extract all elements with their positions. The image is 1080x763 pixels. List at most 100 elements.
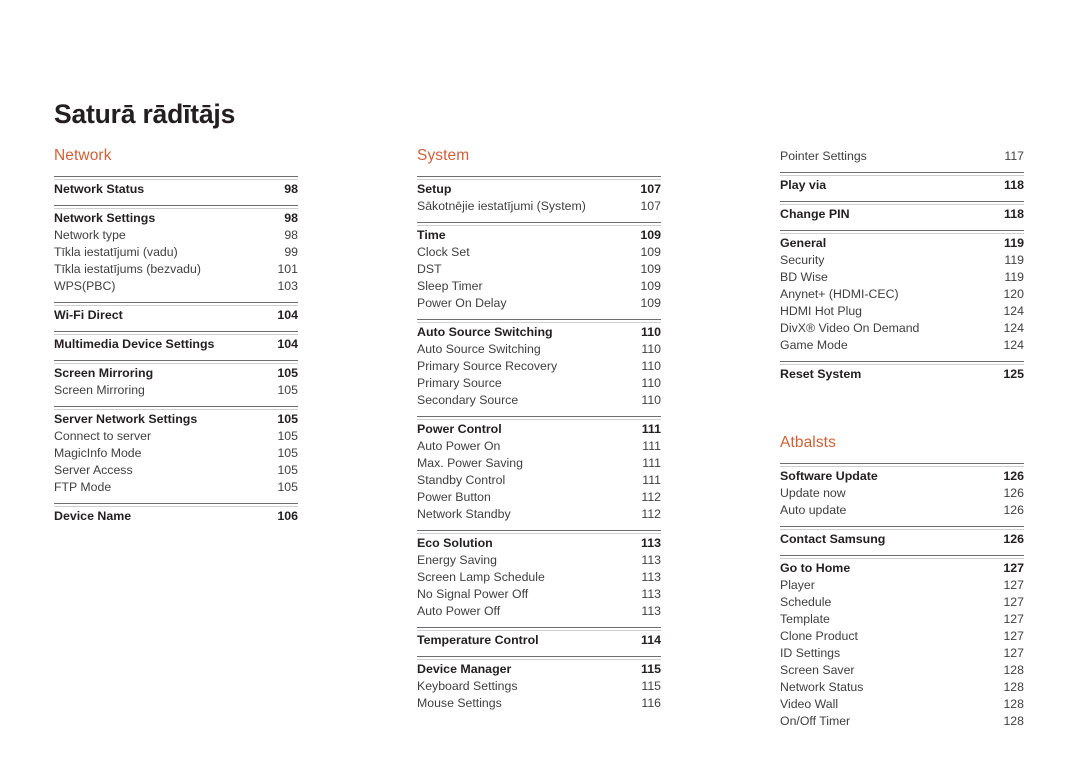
toc-entry-page-number: 99 (284, 244, 298, 259)
toc-entry[interactable]: HDMI Hot Plug 124 (780, 303, 1024, 320)
toc-entry[interactable]: Network Standby 112 (417, 506, 661, 523)
toc-entry[interactable]: On/Off Timer 128 (780, 713, 1024, 730)
toc-entry-heading[interactable]: Power Control 111 (417, 420, 661, 438)
toc-entry[interactable]: Video Wall 128 (780, 696, 1024, 713)
toc-entry-label: Video Wall (780, 696, 839, 711)
toc-entry-label: Energy Saving (417, 552, 497, 567)
toc-entry[interactable]: Secondary Source 110 (417, 392, 661, 409)
toc-entry[interactable]: Energy Saving 113 (417, 552, 661, 569)
toc-entry-label: FTP Mode (54, 479, 112, 494)
toc-entry-page-number: 127 (1003, 628, 1024, 643)
toc-entry-heading[interactable]: Contact Samsung 126 (780, 530, 1024, 548)
toc-entry-heading[interactable]: Device Manager 115 (417, 660, 661, 678)
toc-entry[interactable]: Max. Power Saving 111 (417, 455, 661, 472)
toc-entry[interactable]: Standby Control 111 (417, 472, 661, 489)
toc-entry-heading[interactable]: General 119 (780, 234, 1024, 252)
toc-entry-heading[interactable]: Go to Home 127 (780, 559, 1024, 577)
toc-entry-label: Player (780, 577, 815, 592)
toc-group: Go to Home 127 Player 127 Schedule 127 Templat… (780, 554, 1024, 730)
toc-entry[interactable]: Network Status 128 (780, 679, 1024, 696)
toc-entry-heading[interactable]: Reset System 125 (780, 365, 1024, 383)
toc-entry-heading[interactable]: Software Update 126 (780, 467, 1024, 485)
toc-entry[interactable]: Pointer Settings 117 (780, 148, 1024, 165)
toc-entry[interactable]: Server Access 105 (54, 462, 298, 479)
toc-entry[interactable]: Anynet+ (HDMI-CEC) 120 (780, 286, 1024, 303)
toc-entry[interactable]: Primary Source Recovery 110 (417, 358, 661, 375)
toc-entry[interactable]: Sleep Timer 109 (417, 278, 661, 295)
toc-entry[interactable]: Update now 126 (780, 485, 1024, 502)
toc-entry-heading[interactable]: Change PIN 118 (780, 205, 1024, 223)
toc-entry-label: Template (780, 611, 830, 626)
toc-entry-page-number: 104 (277, 307, 298, 322)
toc-entry[interactable]: No Signal Power Off 113 (417, 586, 661, 603)
toc-entry[interactable]: MagicInfo Mode 105 (54, 445, 298, 462)
toc-entry-label: Auto Power Off (417, 603, 501, 618)
toc-entry[interactable]: ID Settings 127 (780, 645, 1024, 662)
toc-entry[interactable]: Connect to server 105 (54, 428, 298, 445)
toc-columns: Network Network Status 98 Network Settings 9… (54, 148, 1026, 730)
toc-entry[interactable]: Network type 98 (54, 227, 298, 244)
toc-entry-label: Contact Samsung (780, 531, 886, 546)
toc-entry-label: Temperature Control (417, 632, 539, 647)
toc-entry-label: Clone Product (780, 628, 858, 643)
toc-entry[interactable]: Power Button 112 (417, 489, 661, 506)
toc-entry-page-number: 109 (640, 295, 661, 310)
toc-entry-heading[interactable]: Auto Source Switching 110 (417, 323, 661, 341)
toc-entry-heading[interactable]: Time 109 (417, 226, 661, 244)
toc-entry-label: Power Control (417, 421, 502, 436)
toc-entry-page-number: 126 (1003, 485, 1024, 500)
toc-entry-heading[interactable]: Temperature Control 114 (417, 631, 661, 649)
toc-entry-heading[interactable]: Device Name 106 (54, 507, 298, 525)
toc-entry[interactable]: BD Wise 119 (780, 269, 1024, 286)
toc-entry[interactable]: Security 119 (780, 252, 1024, 269)
toc-entry[interactable]: Clock Set 109 (417, 244, 661, 261)
toc-entry-label: Sleep Timer (417, 278, 483, 293)
toc-entry[interactable]: Screen Saver 128 (780, 662, 1024, 679)
toc-group: Contact Samsung 126 (780, 525, 1024, 548)
toc-entry[interactable]: Game Mode 124 (780, 337, 1024, 354)
toc-entry-page-number: 104 (277, 336, 298, 351)
toc-entry[interactable]: Screen Mirroring 105 (54, 382, 298, 399)
toc-entry[interactable]: Auto update 126 (780, 502, 1024, 519)
toc-group: Device Manager 115 Keyboard Settings 115 Mou… (417, 655, 661, 712)
toc-entry-label: Power Button (417, 489, 491, 504)
toc-entry-page-number: 109 (640, 244, 661, 259)
toc-entry[interactable]: WPS(PBC) 103 (54, 278, 298, 295)
toc-entry-heading[interactable]: Network Settings 98 (54, 209, 298, 227)
toc-entry[interactable]: Clone Product 127 (780, 628, 1024, 645)
toc-entry[interactable]: Sākotnējie iestatījumi (System) 107 (417, 198, 661, 215)
toc-entry-page-number: 111 (641, 421, 661, 436)
toc-entry[interactable]: Mouse Settings 116 (417, 695, 661, 712)
toc-entry-page-number: 125 (1003, 367, 1024, 381)
toc-group: Eco Solution 113 Energy Saving 113 Screen La… (417, 529, 661, 620)
toc-entry[interactable]: FTP Mode 105 (54, 479, 298, 496)
toc-entry-heading[interactable]: Multimedia Device Settings 104 (54, 335, 298, 353)
toc-entry-page-number: 101 (277, 261, 298, 276)
toc-entry-label: Network Settings (54, 210, 156, 225)
toc-entry-heading[interactable]: Eco Solution 113 (417, 534, 661, 552)
toc-entry[interactable]: Primary Source 110 (417, 375, 661, 392)
toc-entry[interactable]: Auto Power On 111 (417, 438, 661, 455)
toc-entry[interactable]: DivX® Video On Demand 124 (780, 320, 1024, 337)
toc-entry[interactable]: Auto Power Off 113 (417, 603, 661, 620)
toc-entry-label: Sākotnējie iestatījumi (System) (417, 198, 586, 213)
toc-entry[interactable]: Tīkla iestatījumi (vadu) 99 (54, 244, 298, 261)
toc-entry[interactable]: Power On Delay 109 (417, 295, 661, 312)
toc-entry[interactable]: Screen Lamp Schedule 113 (417, 569, 661, 586)
toc-entry[interactable]: Player 127 (780, 577, 1024, 594)
toc-group: Screen Mirroring 105 Screen Mirroring 105 (54, 359, 298, 399)
toc-entry-heading[interactable]: Network Status 98 (54, 180, 298, 198)
toc-entry-heading[interactable]: Server Network Settings 105 (54, 410, 298, 428)
toc-entry-page-number: 128 (1003, 662, 1024, 677)
toc-entry-heading[interactable]: Screen Mirroring 105 (54, 364, 298, 382)
toc-entry-heading[interactable]: Wi-Fi Direct 104 (54, 306, 298, 324)
toc-entry[interactable]: Auto Source Switching 110 (417, 341, 661, 358)
toc-entry[interactable]: DST 109 (417, 261, 661, 278)
toc-entry-heading[interactable]: Play via 118 (780, 176, 1024, 194)
toc-entry-heading[interactable]: Setup 107 (417, 180, 661, 198)
toc-entry[interactable]: Keyboard Settings 115 (417, 678, 661, 695)
toc-entry[interactable]: Template 127 (780, 611, 1024, 628)
toc-entry[interactable]: Tīkla iestatījums (bezvadu) 101 (54, 261, 298, 278)
toc-entry-page-number: 112 (641, 489, 661, 504)
toc-entry[interactable]: Schedule 127 (780, 594, 1024, 611)
